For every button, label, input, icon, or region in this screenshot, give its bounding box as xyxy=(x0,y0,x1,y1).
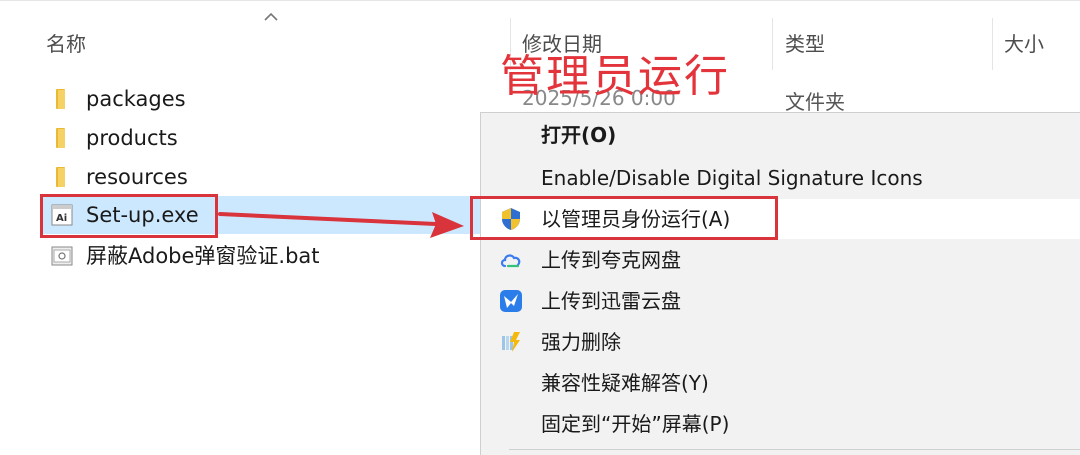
menu-item-label: 上传到迅雷云盘 xyxy=(541,289,681,313)
sort-ascending-icon[interactable] xyxy=(262,8,280,26)
file-name: packages xyxy=(86,87,186,111)
menu-item-digital-signature[interactable]: Enable/Disable Digital Signature Icons xyxy=(481,158,1080,198)
menu-item-upload-xunlei[interactable]: 上传到迅雷云盘 xyxy=(481,281,1080,321)
type-packages: 文件夹 xyxy=(785,90,845,114)
column-divider[interactable] xyxy=(772,18,773,70)
menu-item-label: 兼容性疑难解答(Y) xyxy=(541,371,709,395)
annotation-title: 管理员运行 xyxy=(500,51,730,102)
quark-cloud-icon xyxy=(500,254,521,268)
file-explorer: 名称 修改日期 类型 大小 packages products resource… xyxy=(0,0,1080,455)
column-header-name[interactable]: 名称 xyxy=(46,22,86,66)
column-divider[interactable] xyxy=(992,18,993,70)
menu-item-force-delete[interactable]: 强力删除 xyxy=(481,322,1080,362)
folder-icon xyxy=(56,89,65,109)
annotation-box-setup xyxy=(40,194,218,238)
menu-item-upload-quark[interactable]: 上传到夸克网盘 xyxy=(481,240,1080,280)
file-name: resources xyxy=(86,165,188,189)
top-border xyxy=(0,0,1080,7)
file-row-products[interactable]: products xyxy=(40,119,480,157)
shred-icon xyxy=(502,332,520,352)
context-menu: 打开(O) Enable/Disable Digital Signature I… xyxy=(480,112,1080,455)
menu-item-label: 固定到“开始”屏幕(P) xyxy=(541,412,730,436)
menu-item-open[interactable]: 打开(O) xyxy=(481,115,1080,155)
menu-item-label: 强力删除 xyxy=(541,330,621,354)
folder-icon xyxy=(56,128,65,148)
xunlei-bird-icon xyxy=(500,290,522,312)
batch-file-icon xyxy=(51,246,73,266)
file-row-resources[interactable]: resources xyxy=(40,158,480,196)
menu-item-label: 上传到夸克网盘 xyxy=(541,248,681,272)
folder-icon xyxy=(56,167,65,187)
file-row-packages[interactable]: packages xyxy=(40,80,480,118)
column-header-size[interactable]: 大小 xyxy=(1004,22,1044,66)
menu-item-label: Enable/Disable Digital Signature Icons xyxy=(541,166,923,190)
menu-item-pin-to-start[interactable]: 固定到“开始”屏幕(P) xyxy=(481,404,1080,444)
menu-item-compat-troubleshoot[interactable]: 兼容性疑难解答(Y) xyxy=(481,363,1080,403)
menu-separator xyxy=(509,449,1080,450)
file-name: products xyxy=(86,126,178,150)
menu-item-label: 打开(O) xyxy=(541,123,617,147)
annotation-box-run-as-admin xyxy=(470,196,778,240)
column-header-type[interactable]: 类型 xyxy=(785,22,825,66)
annotation-arrow-icon xyxy=(218,212,464,238)
